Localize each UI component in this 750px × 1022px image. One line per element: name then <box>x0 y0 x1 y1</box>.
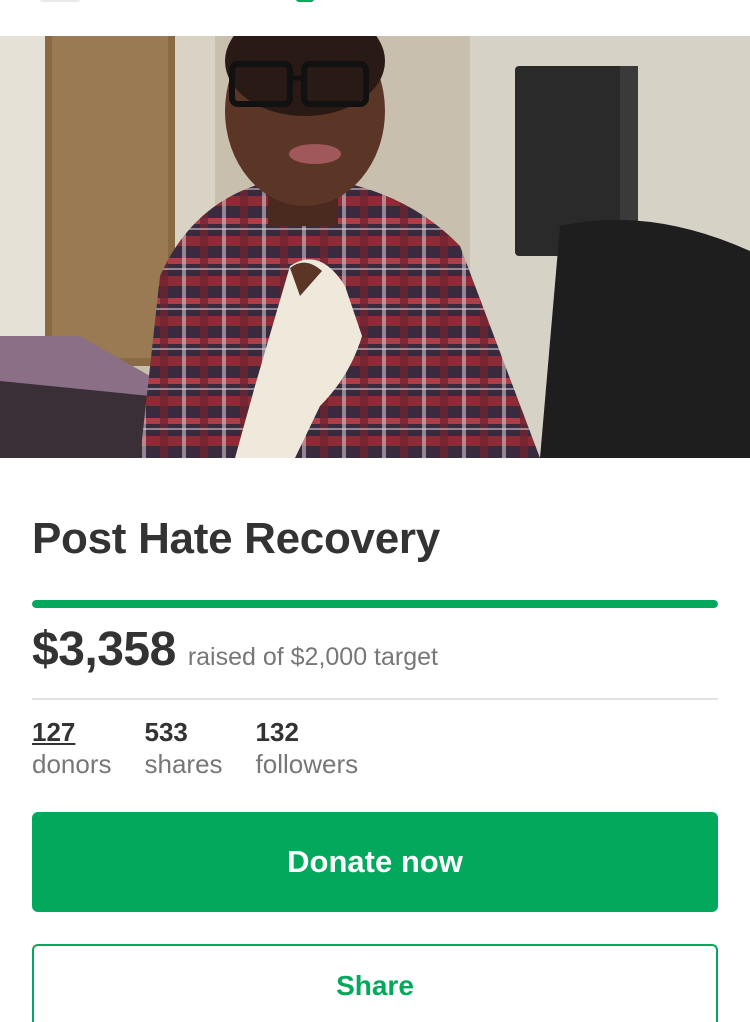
header-nav-fragment[interactable] <box>40 0 80 2</box>
campaign-page: Post Hate Recovery $3,358 raised of $2,0… <box>0 0 750 1022</box>
stat-shares: 533 shares <box>145 716 223 786</box>
campaign-hero-image <box>0 36 750 458</box>
funding-progress-bar <box>32 600 718 608</box>
share-button[interactable]: Share <box>32 944 718 1022</box>
header-nav-fragment-green[interactable] <box>296 0 314 2</box>
shares-label: shares <box>144 749 223 779</box>
section-divider <box>32 698 718 700</box>
funding-summary: $3,358 raised of $2,000 target <box>32 622 718 682</box>
donate-now-button[interactable]: Donate now <box>32 812 718 912</box>
amount-target-caption: raised of $2,000 target <box>187 643 438 671</box>
amount-raised: $3,358 <box>32 623 176 676</box>
top-header-strip <box>0 0 750 36</box>
donors-label: donors <box>32 749 112 779</box>
stat-followers: 132 followers <box>256 716 359 786</box>
followers-count: 132 <box>255 717 299 747</box>
funding-progress-fill <box>32 600 718 608</box>
campaign-title: Post Hate Recovery <box>32 514 440 563</box>
shares-count: 533 <box>144 717 188 747</box>
followers-label: followers <box>255 749 359 779</box>
campaign-stats: 127 donors 533 shares 132 followers <box>32 716 391 786</box>
stat-donors[interactable]: 127 donors <box>32 716 112 786</box>
donors-count-link[interactable]: 127 <box>32 716 112 748</box>
